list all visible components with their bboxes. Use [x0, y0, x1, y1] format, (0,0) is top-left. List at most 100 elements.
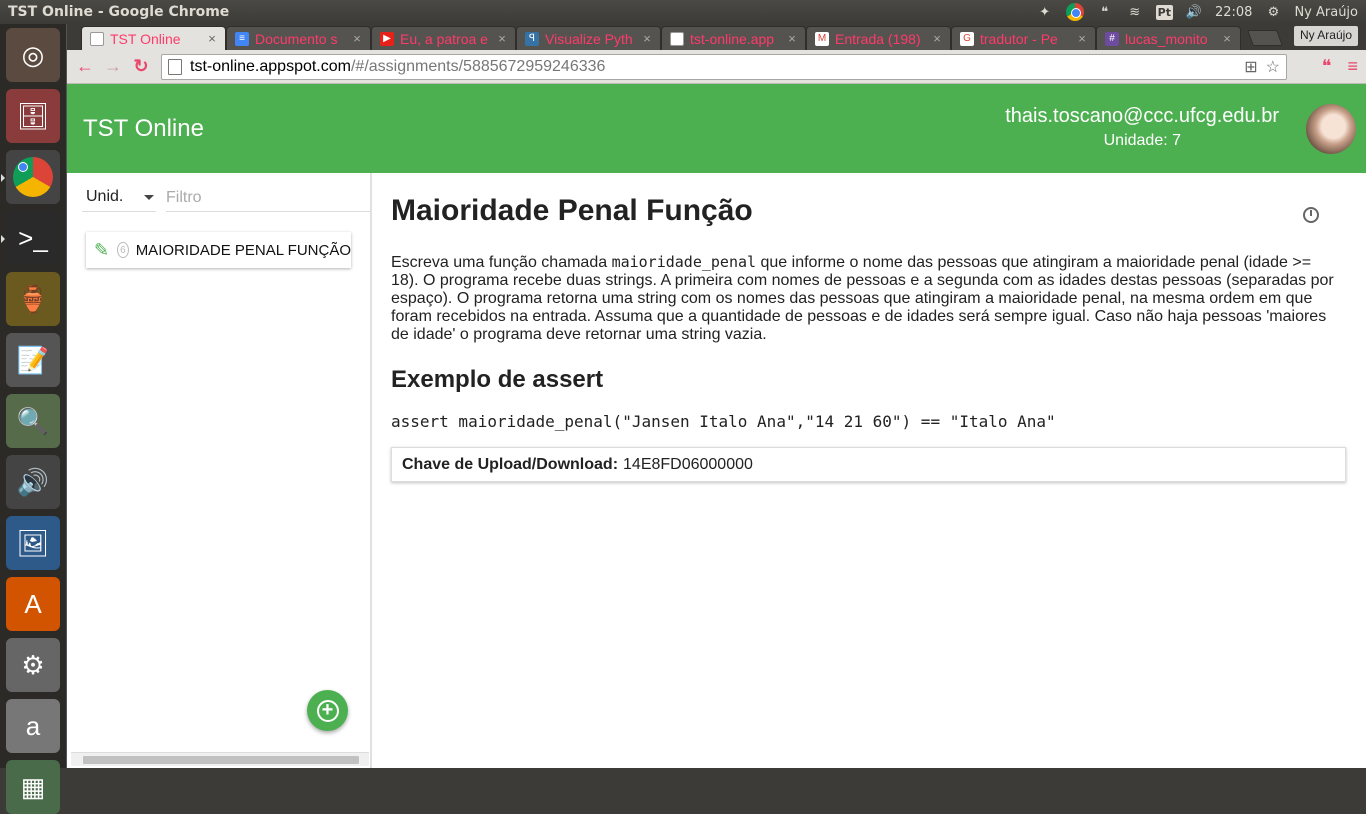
workspaces-icon[interactable]: ▦	[6, 760, 60, 814]
app-title[interactable]: TST Online	[83, 115, 204, 143]
close-icon[interactable]: ×	[640, 31, 654, 46]
browser-toolbar: ← → ↻ tst-online.appspot.com /#/assignme…	[67, 50, 1366, 84]
chrome-icon[interactable]	[1, 150, 60, 204]
upload-key-box: Chave de Upload/Download: 14E8FD06000000	[391, 447, 1346, 482]
close-icon[interactable]: ×	[785, 31, 799, 46]
description-text: Escreva uma função chamada	[391, 254, 612, 271]
wifi-icon[interactable]: ≋	[1126, 3, 1144, 21]
chat-icon[interactable]: ❝	[1096, 3, 1114, 21]
gear-icon[interactable]: ⚙	[1264, 3, 1282, 21]
genie-icon[interactable]: 🏺	[6, 272, 60, 326]
assignment-sidebar: Unid. ✎ 6 MAIORIDADE PENAL FUNÇÃO +	[67, 173, 372, 768]
unit-badge: 6	[117, 242, 129, 258]
tab-8[interactable]: # lucas_monito ×	[1096, 26, 1241, 50]
assignment-heading: Maioridade Penal Função	[391, 194, 753, 227]
browser-window: TST Online × ≡ Documento s × ▶ Eu, a patroa e ×…	[67, 24, 1366, 768]
tab-title: Visualize Pyth	[545, 30, 633, 47]
upload-key-value[interactable]: 14E8FD06000000	[623, 456, 753, 474]
user-email: thais.toscano@ccc.ufcg.edu.br	[1005, 105, 1279, 127]
image-viewer-icon[interactable]: 🔍	[6, 394, 60, 448]
tab-4[interactable]: ꟼ Visualize Pyth ×	[516, 26, 661, 50]
assignment-list-item[interactable]: ✎ 6 MAIORIDADE PENAL FUNÇÃO	[86, 232, 351, 268]
tab-title: tradutor - Pe	[980, 30, 1058, 47]
assert-code: assert maioridade_penal("Jansen Italo An…	[391, 412, 1056, 431]
tab-3[interactable]: ▶ Eu, a patroa e ×	[371, 26, 516, 50]
text-editor-icon[interactable]: 📝	[6, 333, 60, 387]
scrollbar-thumb[interactable]	[83, 756, 359, 764]
assignment-list-item-title: MAIORIDADE PENAL FUNÇÃO	[135, 241, 351, 259]
web-page: TST Online thais.toscano@ccc.ufcg.edu.br…	[67, 84, 1366, 768]
close-icon[interactable]: ×	[205, 31, 219, 46]
files-icon[interactable]: 🗄	[6, 89, 60, 143]
tab-strip: TST Online × ≡ Documento s × ▶ Eu, a patroa e ×…	[67, 24, 1366, 50]
chrome-tray-icon[interactable]	[1065, 3, 1084, 21]
unit-select[interactable]: Unid.	[86, 186, 154, 208]
software-center-icon[interactable]: A	[6, 577, 60, 631]
tab-title: lucas_monito	[1125, 30, 1208, 47]
add-assignment-button[interactable]: +	[307, 690, 348, 731]
system-tray: ✦ ❝ ≋ Pt 🔊 22:08 ⚙ Ny Araújo	[1036, 3, 1366, 21]
reload-button[interactable]: ↻	[127, 53, 155, 81]
bookmark-star-icon[interactable]: ☆	[1266, 57, 1280, 77]
extension-icon[interactable]: ❝	[1322, 56, 1332, 77]
audio-icon[interactable]: 🔊	[6, 455, 60, 509]
tab-6[interactable]: M Entrada (198) ×	[806, 26, 951, 50]
google-icon: G	[960, 31, 974, 46]
new-tab-button[interactable]	[1247, 30, 1283, 46]
profile-badge[interactable]: Ny Araújo	[1293, 26, 1358, 46]
python-icon: ꟼ	[525, 31, 539, 46]
menu-icon[interactable]: ≡	[1347, 56, 1358, 77]
close-icon[interactable]: ×	[1075, 31, 1089, 46]
horizontal-scrollbar[interactable]	[71, 752, 369, 766]
user-unit: Unidade: 7	[1103, 132, 1181, 149]
history-icon[interactable]	[1303, 207, 1319, 223]
page-icon	[168, 59, 182, 75]
clock[interactable]: 22:08	[1215, 5, 1252, 20]
volume-icon[interactable]: 🔊	[1185, 3, 1203, 21]
top-panel: TST Online - Google Chrome ✦ ❝ ≋ Pt 🔊 22…	[0, 0, 1366, 24]
close-icon[interactable]: ×	[495, 31, 509, 46]
function-name: maioridade_penal	[611, 253, 757, 271]
writer-icon[interactable]: 🖼	[6, 516, 60, 570]
terminal-icon[interactable]: >_	[1, 211, 60, 265]
url-host: tst-online.appspot.com	[190, 58, 351, 75]
filter-input[interactable]	[166, 184, 370, 212]
tab-title: tst-online.app	[690, 30, 775, 47]
tab-title: Documento s	[255, 30, 338, 47]
doc-icon	[670, 31, 684, 46]
close-icon[interactable]: ×	[350, 31, 364, 46]
doc-icon	[90, 31, 104, 46]
back-button[interactable]: ←	[71, 53, 99, 81]
dash-icon[interactable]: ◎	[6, 28, 60, 82]
tab-2[interactable]: ≡ Documento s ×	[226, 26, 371, 50]
tab-1[interactable]: TST Online ×	[81, 26, 226, 50]
dropbox-icon[interactable]: ✦	[1036, 3, 1054, 21]
session-user-name[interactable]: Ny Araújo	[1294, 5, 1358, 20]
avatar[interactable]	[1306, 104, 1356, 154]
assignment-content: Maioridade Penal Função Escreva uma funç…	[391, 173, 1351, 768]
window-title: TST Online - Google Chrome	[8, 4, 230, 20]
keyboard-layout-indicator[interactable]: Pt	[1155, 4, 1173, 20]
forward-button[interactable]: →	[99, 53, 127, 81]
close-icon[interactable]: ×	[1220, 31, 1234, 46]
translate-icon[interactable]: ⊞	[1244, 57, 1257, 77]
url-path: /#/assignments/5885672959246336	[350, 58, 606, 75]
upload-key-label: Chave de Upload/Download:	[402, 455, 619, 473]
tab-5[interactable]: tst-online.app ×	[661, 26, 806, 50]
updater-icon[interactable]: ⚙	[6, 638, 60, 692]
plus-icon: +	[316, 699, 339, 722]
address-bar[interactable]: tst-online.appspot.com /#/assignments/58…	[161, 54, 1287, 80]
docs-icon: ≡	[235, 31, 249, 46]
chrome-logo	[13, 157, 53, 197]
tab-7[interactable]: Gtradutor - Pe ×	[951, 26, 1096, 50]
example-heading: Exemplo de assert	[391, 366, 604, 393]
pencil-icon[interactable]: ✎	[94, 240, 109, 261]
unit-select-label: Unid.	[86, 188, 124, 205]
unit-select-underline	[82, 211, 156, 212]
amazon-icon[interactable]: a	[6, 699, 60, 753]
gmail-icon: M	[815, 31, 829, 46]
close-icon[interactable]: ×	[930, 31, 944, 46]
youtube-icon: ▶	[380, 31, 394, 46]
tab-title: Eu, a patroa e	[400, 30, 488, 47]
chevron-down-icon	[144, 194, 154, 200]
